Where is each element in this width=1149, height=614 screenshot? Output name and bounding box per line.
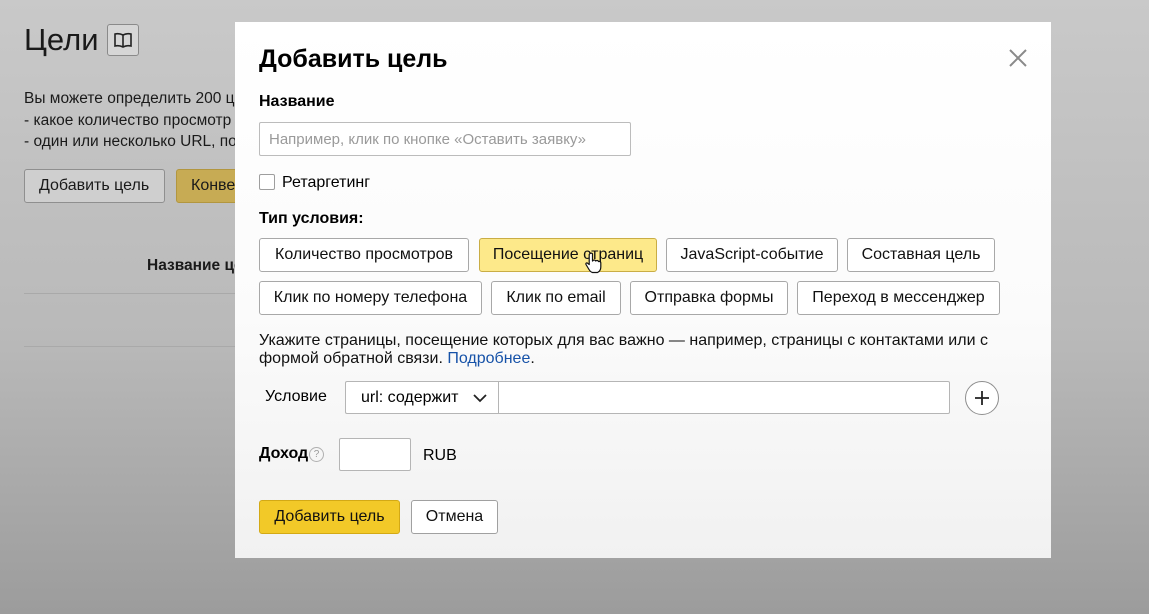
hint-end: . [530, 350, 535, 367]
page-title: Цели [24, 22, 99, 57]
plus-icon [975, 391, 989, 405]
type-js-event-button[interactable]: JavaScript-событие [666, 238, 838, 272]
help-book-button[interactable] [107, 24, 139, 56]
type-page-visit-button[interactable]: Посещение страниц [479, 238, 657, 272]
currency-label: RUB [423, 447, 457, 464]
add-goal-dialog: Добавить цель Название Ретаргетинг Тип у… [235, 22, 1051, 558]
type-phone-click-button[interactable]: Клик по номеру телефона [259, 281, 482, 315]
submit-add-goal-button[interactable]: Добавить цель [259, 500, 400, 534]
add-goal-button-bg[interactable]: Добавить цель [24, 169, 165, 203]
table-column-name: Название це [147, 257, 243, 274]
description-line: - какое количество просмотр [24, 111, 232, 129]
dialog-title: Добавить цель [259, 45, 448, 73]
type-messenger-button[interactable]: Переход в мессенджер [797, 281, 1000, 315]
condition-select-value: url: содержит [361, 388, 459, 406]
url-condition-input[interactable] [498, 381, 950, 414]
add-condition-button[interactable] [965, 381, 999, 415]
condition-select[interactable]: url: содержит [345, 381, 499, 414]
table-divider [24, 346, 264, 347]
description-line: Вы можете определить 200 це [24, 90, 243, 107]
goal-name-input[interactable] [259, 122, 631, 156]
condition-type-label: Тип условия: [259, 210, 364, 227]
condition-hint: Укажите страницы, посещение которых для … [259, 332, 1039, 368]
close-button[interactable] [1004, 44, 1032, 72]
question-icon[interactable]: ? [309, 447, 324, 462]
type-views-button[interactable]: Количество просмотров [259, 238, 469, 272]
income-label: Доход [259, 445, 309, 462]
type-composite-button[interactable]: Составная цель [847, 238, 995, 272]
table-divider [24, 293, 264, 294]
learn-more-link[interactable]: Подробнее [447, 350, 530, 367]
page-description: Вы можете определить 200 це - какое коли… [24, 88, 243, 153]
retargeting-label[interactable]: Ретаргетинг [282, 174, 370, 192]
type-email-click-button[interactable]: Клик по email [491, 281, 621, 315]
type-form-submit-button[interactable]: Отправка формы [630, 281, 788, 315]
cancel-button[interactable]: Отмена [411, 500, 498, 534]
close-icon [1009, 49, 1027, 67]
income-input[interactable] [339, 438, 411, 471]
condition-label: Условие [265, 388, 327, 405]
hand-cursor-icon [585, 252, 602, 274]
chevron-down-icon [473, 394, 487, 403]
name-label: Название [259, 93, 335, 110]
hint-text: Укажите страницы, посещение которых для … [259, 332, 988, 367]
book-icon [114, 32, 132, 48]
retargeting-checkbox[interactable] [259, 174, 275, 190]
description-line: - один или несколько URL, по [24, 133, 237, 150]
